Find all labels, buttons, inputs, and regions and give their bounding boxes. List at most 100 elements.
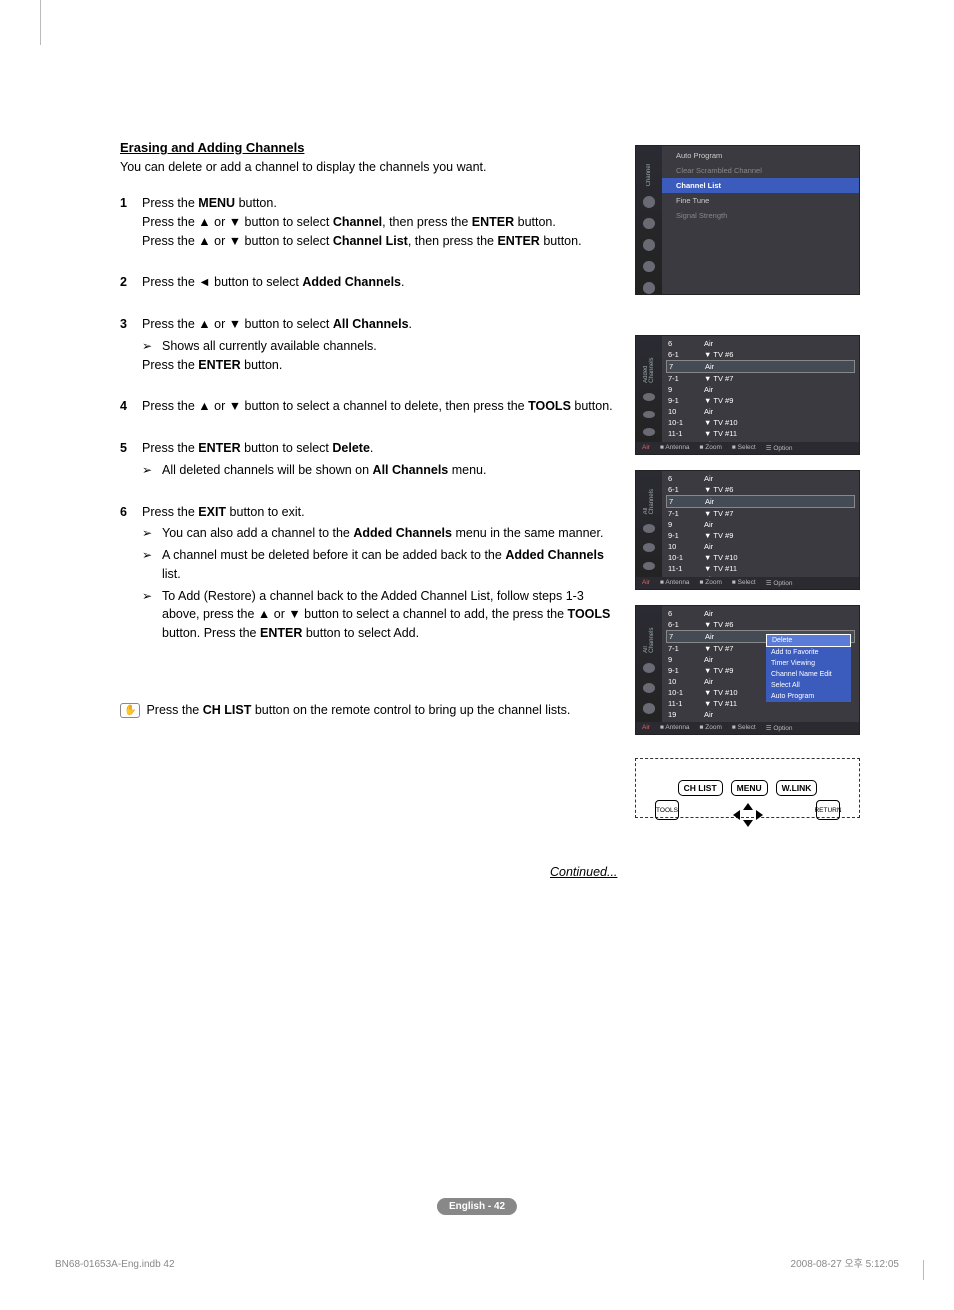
step: 2Press the ◄ button to select Added Chan…	[120, 273, 615, 292]
list-icon	[643, 428, 655, 436]
menu-icon	[643, 239, 655, 251]
step: 5Press the ENTER button to select Delete…	[120, 439, 615, 480]
footer-hint: ■ Select	[732, 579, 756, 587]
osd-all-channels-tools: All Channels 6Air6-1▼ TV #67Air7-1▼ TV #…	[635, 605, 860, 735]
osd-all-channels: All Channels 6Air6-1▼ TV #67Air7-1▼ TV #…	[635, 470, 860, 590]
chevron-icon: ➢	[142, 587, 162, 643]
footer-hint: ☰ Option	[766, 579, 793, 587]
menu-icon	[643, 261, 655, 273]
chevron-icon: ➢	[142, 524, 162, 543]
osd-channel-menu: Channel Auto ProgramClear Scrambled Chan…	[635, 145, 860, 295]
channel-row: 9Air	[662, 384, 859, 395]
menu-icon	[643, 196, 655, 208]
footer-hint: ■ Antenna	[660, 724, 690, 732]
chevron-icon: ➢	[142, 461, 162, 480]
footer-air: Air	[642, 724, 650, 732]
side-label: All Channels	[643, 624, 655, 653]
footer-air: Air	[642, 579, 650, 587]
list-icon	[643, 524, 655, 533]
channel-row: 19Air	[662, 709, 859, 720]
step-text: Press the ENTER button.	[142, 356, 615, 375]
channel-row: 11-1▼ TV #11	[662, 563, 859, 574]
channel-row: 7-1▼ TV #7	[662, 373, 859, 384]
channel-row: 10-1▼ TV #10	[662, 417, 859, 428]
footer-hint: ■ Select	[732, 444, 756, 452]
channel-row: 6Air	[662, 608, 859, 619]
menu-item: Signal Strength	[662, 208, 859, 223]
step: 6Press the EXIT button to exit.➢You can …	[120, 503, 615, 643]
step-text: Press the ▲ or ▼ button to select Channe…	[142, 232, 615, 251]
step-text: Press the ▲ or ▼ button to select a chan…	[142, 397, 615, 416]
osd-added-channels: Added Channels 6Air6-1▼ TV #67Air7-1▼ TV…	[635, 335, 860, 455]
list-icon	[643, 663, 655, 673]
menu-icon	[643, 218, 655, 230]
arrow-note: ➢Shows all currently available channels.	[142, 337, 615, 356]
list-icon	[643, 543, 655, 552]
footer-timestamp: 2008-08-27 오후 5:12:05	[791, 1255, 899, 1270]
continued-text: Continued...	[550, 865, 617, 879]
list-icon	[643, 683, 655, 693]
step-text: Press the MENU button.	[142, 194, 615, 213]
step-text: Press the EXIT button to exit.	[142, 503, 615, 522]
page-number-badge: English - 42	[437, 1198, 517, 1215]
menu-item: Auto Program	[662, 148, 859, 163]
menu-button: MENU	[731, 780, 768, 796]
footer-hint: ■ Zoom	[700, 579, 722, 587]
menu-item: Fine Tune	[662, 193, 859, 208]
popup-item: Channel Name Edit	[766, 669, 851, 680]
footer-hint: ☰ Option	[766, 724, 793, 732]
remote-hand-icon: ✋	[120, 703, 140, 718]
arrow-note: ➢You can also add a channel to the Added…	[142, 524, 615, 543]
channel-row: 7Air	[666, 495, 855, 508]
list-icon	[643, 562, 655, 571]
step-number: 3	[120, 315, 142, 374]
step-number: 2	[120, 273, 142, 292]
footer-hint: ■ Antenna	[660, 444, 690, 452]
channel-row: 9Air	[662, 519, 859, 530]
channel-row: 7Air	[666, 360, 855, 373]
footer-hint: ☰ Option	[766, 444, 793, 452]
channel-row: 10Air	[662, 541, 859, 552]
side-label: Channel	[646, 164, 652, 186]
remote-note-text: Press the CH LIST button on the remote c…	[146, 703, 570, 717]
step: 4Press the ▲ or ▼ button to select a cha…	[120, 397, 615, 416]
list-icon	[643, 703, 655, 713]
step-number: 4	[120, 397, 142, 416]
side-label: All Channels	[643, 489, 655, 514]
wlink-button: W.LINK	[776, 780, 818, 796]
channel-row: 6-1▼ TV #6	[662, 619, 859, 630]
arrow-note: ➢To Add (Restore) a channel back to the …	[142, 587, 615, 643]
tools-button-icon: TOOLS	[655, 800, 679, 820]
list-icon	[643, 393, 655, 401]
channel-row: 10Air	[662, 406, 859, 417]
step-number: 1	[120, 194, 142, 250]
step-text: A channel must be deleted before it can …	[162, 546, 615, 584]
menu-item: Clear Scrambled Channel	[662, 163, 859, 178]
channel-row: 7-1▼ TV #7	[662, 508, 859, 519]
step-text: Press the ENTER button to select Delete.	[142, 439, 615, 458]
channel-row: 9-1▼ TV #9	[662, 530, 859, 541]
step-text: You can also add a channel to the Added …	[162, 524, 615, 543]
step-number: 5	[120, 439, 142, 480]
popup-item: Auto Program	[766, 691, 851, 702]
channel-row: 6-1▼ TV #6	[662, 484, 859, 495]
return-button-icon: RETURN	[816, 800, 840, 820]
step: 3Press the ▲ or ▼ button to select All C…	[120, 315, 615, 374]
step-text: Shows all currently available channels.	[162, 337, 615, 356]
popup-item: Delete	[766, 634, 851, 647]
menu-item: Channel List	[662, 178, 859, 193]
channel-row: 6-1▼ TV #6	[662, 349, 859, 360]
arrows-cluster-icon	[723, 800, 773, 834]
footer-air: Air	[642, 444, 650, 452]
menu-icon	[643, 282, 655, 294]
popup-item: Timer Viewing	[766, 658, 851, 669]
channel-row: 10-1▼ TV #10	[662, 552, 859, 563]
step-number: 6	[120, 503, 142, 643]
popup-item: Add to Favorite	[766, 647, 851, 658]
popup-item: Select All	[766, 680, 851, 691]
tools-popup: DeleteAdd to FavoriteTimer ViewingChanne…	[766, 634, 851, 702]
chevron-icon: ➢	[142, 337, 162, 356]
footer-hint: ■ Zoom	[700, 724, 722, 732]
footer-filename: BN68-01653A-Eng.indb 42	[55, 1259, 175, 1270]
chevron-icon: ➢	[142, 546, 162, 584]
